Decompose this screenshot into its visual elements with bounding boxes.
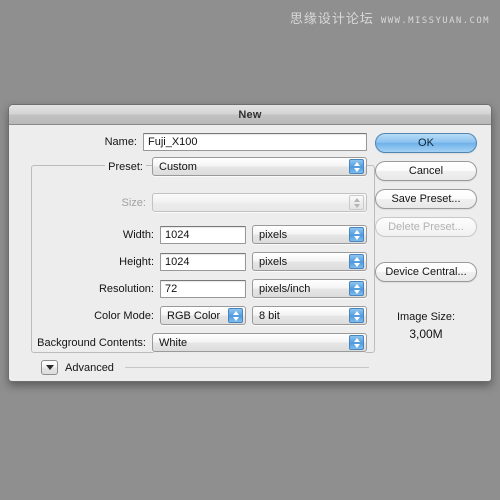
image-size-value: 3,00M — [409, 327, 443, 341]
chevron-updown-icon[interactable] — [228, 308, 243, 323]
chevron-updown-icon[interactable] — [349, 335, 364, 350]
background-contents-value: White — [159, 336, 188, 349]
disclosure-triangle-button[interactable] — [41, 360, 58, 375]
chevron-down-icon — [353, 289, 360, 294]
width-label: Width: — [122, 228, 154, 241]
size-label: Size: — [121, 196, 146, 209]
name-row: Name: Fuji_X100 — [9, 133, 367, 151]
preset-dropdown-value: Custom — [159, 160, 197, 173]
chevron-down-icon — [353, 316, 360, 321]
name-label: Name: — [104, 136, 137, 148]
resolution-input[interactable]: 72 — [160, 279, 246, 298]
resolution-unit-value: pixels/inch — [259, 282, 311, 295]
chevron-up-icon — [353, 256, 360, 261]
device-central-button[interactable]: Device Central... — [375, 262, 477, 282]
chevron-up-icon — [353, 197, 360, 202]
chevron-updown-icon[interactable] — [349, 281, 364, 296]
chevron-down-icon — [232, 316, 239, 321]
image-size-block: Image Size: 3,00M — [375, 311, 477, 341]
chevron-down-icon — [353, 235, 360, 240]
chevron-up-icon — [353, 337, 360, 342]
chevron-up-icon — [232, 310, 239, 315]
color-mode-dropdown[interactable]: RGB Color — [160, 306, 246, 325]
height-input[interactable]: 1024 — [160, 252, 246, 271]
chevron-updown-icon[interactable] — [349, 254, 364, 269]
chevron-down-icon — [353, 167, 360, 172]
color-mode-value: RGB Color — [167, 309, 221, 322]
advanced-label: Advanced — [65, 361, 114, 374]
watermark: 思缘设计论坛 WWW.MISSYUAN.COM — [290, 8, 490, 27]
new-document-dialog: New Name: Fuji_X100 Preset: Custom Size: — [8, 104, 492, 382]
chevron-up-icon — [353, 229, 360, 234]
image-size-label: Image Size: — [396, 311, 456, 323]
delete-preset-button: Delete Preset... — [375, 217, 477, 237]
watermark-url-text: WWW.MISSYUAN.COM — [380, 16, 490, 26]
chevron-updown-icon — [349, 195, 364, 210]
cancel-button[interactable]: Cancel — [375, 161, 477, 181]
button-spacer — [375, 245, 477, 254]
watermark-chinese-text: 思缘设计论坛 — [289, 12, 374, 27]
width-unit-dropdown[interactable]: pixels — [252, 225, 367, 244]
size-row: Size: — [9, 193, 367, 212]
resolution-row: Resolution: 72 pixels/inch — [9, 279, 367, 298]
resolution-unit-dropdown[interactable]: pixels/inch — [252, 279, 367, 298]
preset-dropdown[interactable]: Custom — [152, 157, 367, 176]
chevron-down-icon — [353, 343, 360, 348]
chevron-updown-icon[interactable] — [349, 227, 364, 242]
preset-row: Preset: Custom — [9, 157, 367, 176]
chevron-updown-icon[interactable] — [349, 308, 364, 323]
resolution-label: Resolution: — [98, 282, 154, 295]
preset-label: Preset: — [105, 160, 146, 173]
bit-depth-dropdown[interactable]: 8 bit — [252, 306, 367, 325]
bit-depth-value: 8 bit — [259, 309, 280, 322]
dialog-button-column: OK Cancel Save Preset... Delete Preset..… — [375, 133, 477, 282]
color-mode-row: Color Mode: RGB Color 8 bit — [9, 306, 367, 325]
width-unit-value: pixels — [259, 228, 288, 241]
chevron-up-icon — [353, 161, 360, 166]
chevron-up-icon — [353, 310, 360, 315]
width-input[interactable]: 1024 — [160, 225, 246, 244]
width-row: Width: 1024 pixels — [9, 225, 367, 244]
height-unit-value: pixels — [259, 255, 288, 268]
advanced-separator — [124, 367, 369, 368]
dialog-titlebar[interactable]: New — [9, 105, 491, 125]
chevron-up-icon — [353, 283, 360, 288]
ok-button[interactable]: OK — [375, 133, 477, 153]
color-mode-label: Color Mode: — [94, 309, 154, 322]
name-input[interactable]: Fuji_X100 — [143, 133, 367, 151]
height-unit-dropdown[interactable]: pixels — [252, 252, 367, 271]
triangle-down-icon — [45, 365, 54, 370]
chevron-down-icon — [353, 262, 360, 267]
advanced-row[interactable]: Advanced — [41, 360, 369, 375]
height-label: Height: — [119, 255, 154, 268]
chevron-updown-icon[interactable] — [349, 159, 364, 174]
size-dropdown — [152, 193, 367, 212]
background-contents-row: Background Contents: White — [9, 333, 367, 352]
save-preset-button[interactable]: Save Preset... — [375, 189, 477, 209]
chevron-down-icon — [353, 203, 360, 208]
background-contents-label: Background Contents: — [37, 336, 146, 349]
dialog-title: New — [238, 108, 262, 121]
background-contents-dropdown[interactable]: White — [152, 333, 367, 352]
height-row: Height: 1024 pixels — [9, 252, 367, 271]
dialog-body: Name: Fuji_X100 Preset: Custom Size: Wid… — [9, 125, 491, 381]
